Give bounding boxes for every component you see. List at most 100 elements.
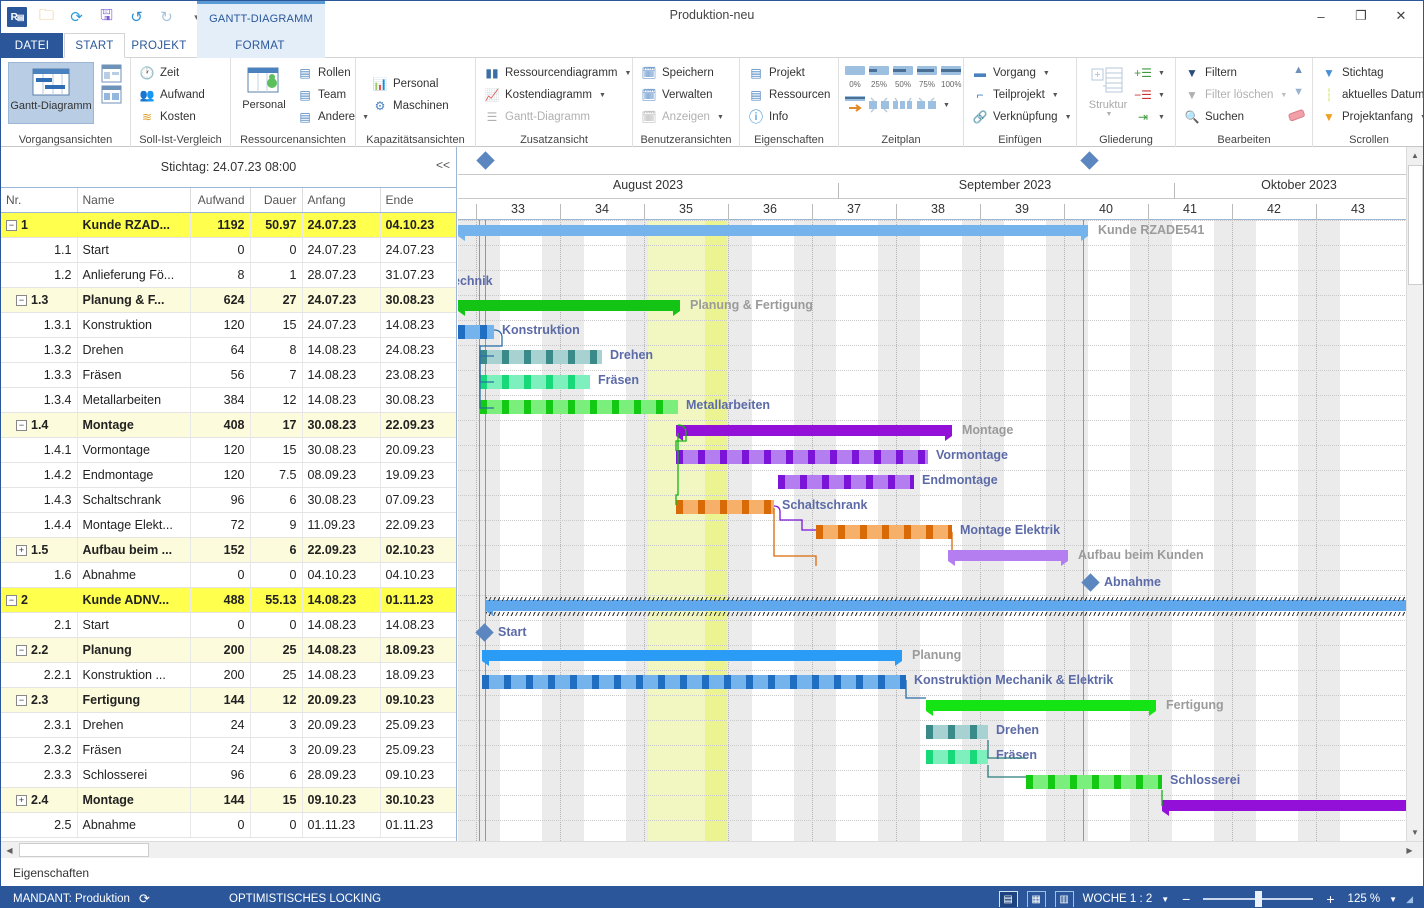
projektanfang-button[interactable]: ▼ Projektanfang ▼ bbox=[1321, 107, 1423, 127]
collapse-icon[interactable]: − bbox=[16, 694, 27, 706]
task-bar[interactable] bbox=[926, 750, 988, 764]
resize-grip-icon[interactable]: ◢ bbox=[1406, 894, 1413, 905]
col-header-name[interactable]: Name bbox=[77, 188, 191, 213]
zoom-slider-thumb[interactable] bbox=[1255, 891, 1263, 907]
progress-50-button[interactable]: 50% bbox=[893, 64, 913, 89]
table-row[interactable]: 1.2 Anlieferung Fö... 8 1 28.07.23 31.07.23 bbox=[1, 262, 456, 288]
table-row[interactable]: −2.3 Fertigung 144 12 20.09.23 09.10.23 bbox=[1, 687, 456, 713]
filtern-button[interactable]: ▼ Filtern bbox=[1184, 63, 1237, 83]
suchen-button[interactable]: 🔍 Suchen bbox=[1184, 107, 1245, 127]
task-bar[interactable] bbox=[1026, 775, 1162, 789]
ressourcen-props-button[interactable]: ▤ Ressourcen bbox=[748, 85, 830, 105]
status-right-group[interactable]: ▤ ▦ ▥ WOCHE 1 : 2 ▼ − + 125 % ▼ ◢ bbox=[998, 890, 1413, 907]
task-bar[interactable] bbox=[816, 525, 952, 539]
table-row[interactable]: 2.3.2 Fräsen 24 3 20.09.23 25.09.23 bbox=[1, 737, 456, 763]
table-row[interactable]: 2.3.1 Drehen 24 3 20.09.23 25.09.23 bbox=[1, 712, 456, 738]
task-bar[interactable] bbox=[480, 400, 678, 414]
ribbon-tab-strip[interactable]: DATEI START PROJEKT FORMAT bbox=[1, 33, 1423, 58]
table-row[interactable]: 1.3.1 Konstruktion 120 15 24.07.23 14.08.23 bbox=[1, 312, 456, 338]
window-controls[interactable]: – ❐ ✕ bbox=[1301, 1, 1421, 33]
chevron-down-icon[interactable]: ▼ bbox=[1420, 114, 1423, 121]
projekt-props-button[interactable]: ▤ Projekt bbox=[748, 63, 804, 83]
team-button[interactable]: ▤ Team bbox=[297, 85, 346, 105]
chevron-down-icon[interactable]: ▼ bbox=[1043, 70, 1050, 77]
zoom-in-button[interactable]: + bbox=[1322, 891, 1338, 907]
table-row[interactable]: −2.2 Planung 200 25 14.08.23 18.09.23 bbox=[1, 637, 456, 663]
summary-bar[interactable] bbox=[676, 425, 952, 441]
gantt-vertical-scrollbar[interactable]: ▲ ▼ bbox=[1406, 147, 1423, 841]
sync-icon[interactable]: ⟳ bbox=[139, 891, 150, 907]
tab-start[interactable]: START bbox=[64, 33, 125, 58]
table-row[interactable]: 1.3.2 Drehen 64 8 14.08.23 24.08.23 bbox=[1, 337, 456, 363]
level-icon[interactable] bbox=[893, 94, 913, 117]
summary-bar[interactable] bbox=[926, 700, 1156, 716]
table-row[interactable]: −1.4 Montage 408 17 30.08.23 22.09.23 bbox=[1, 412, 456, 438]
table-row[interactable]: 1.4.1 Vormontage 120 15 30.08.23 20.09.23 bbox=[1, 437, 456, 463]
stichtag-scroll-button[interactable]: ▼ Stichtag bbox=[1321, 63, 1384, 83]
col-header-aufwand[interactable]: Aufwand bbox=[190, 188, 251, 213]
gantt-view-icon[interactable]: ▤ bbox=[998, 890, 1018, 907]
task-bar[interactable] bbox=[458, 325, 494, 339]
chart-view-icon[interactable]: ▥ bbox=[1054, 890, 1074, 907]
verwalten-view-button[interactable]: 🗓 Verwalten bbox=[641, 85, 712, 105]
task-bar[interactable] bbox=[926, 725, 988, 739]
kosten-button[interactable]: ≋ Kosten bbox=[139, 107, 196, 127]
summary-bar[interactable] bbox=[458, 225, 1088, 241]
outdent-button[interactable]: ⇥ ▼ bbox=[1135, 107, 1165, 127]
summary-bar[interactable] bbox=[948, 550, 1068, 566]
table-row[interactable]: 1.3.4 Metallarbeiten 384 12 14.08.23 30.08.23 bbox=[1, 387, 456, 413]
table-row[interactable]: 1.6 Abnahme 0 0 04.10.23 04.10.23 bbox=[1, 562, 456, 588]
view-layout-2-button[interactable] bbox=[101, 85, 122, 107]
properties-bar[interactable]: Eigenschaften bbox=[1, 858, 1423, 886]
collapse-pane-button[interactable]: << bbox=[436, 158, 450, 172]
collapse-icon[interactable]: − bbox=[16, 644, 27, 656]
scroll-left-arrow-icon[interactable]: ◀ bbox=[1, 842, 18, 858]
chevron-down-icon[interactable]: ▼ bbox=[1052, 92, 1059, 99]
scroll-down-arrow-icon[interactable]: ▼ bbox=[1407, 824, 1423, 841]
zoom-slider[interactable] bbox=[1203, 891, 1314, 907]
col-header-anfang[interactable]: Anfang bbox=[302, 188, 381, 213]
progress-100-button[interactable]: 100% bbox=[941, 64, 961, 89]
chevron-down-icon[interactable]: ▼ bbox=[1065, 114, 1072, 121]
summary-bar[interactable] bbox=[1162, 800, 1418, 816]
col-header-ende[interactable]: Ende bbox=[380, 188, 456, 213]
col-header-nr[interactable]: Nr. bbox=[1, 188, 78, 213]
tab-datei[interactable]: DATEI bbox=[1, 33, 63, 58]
vertical-scroll-thumb[interactable] bbox=[1408, 165, 1423, 285]
scroll-up-arrow-icon[interactable]: ▲ bbox=[1407, 147, 1423, 164]
horizontal-scroll-thumb[interactable] bbox=[19, 843, 149, 857]
task-bar[interactable] bbox=[482, 675, 906, 689]
close-button[interactable]: ✕ bbox=[1381, 1, 1421, 31]
personal-kapazitaet-button[interactable]: 📊 Personal bbox=[372, 74, 439, 94]
progress-75-button[interactable]: 75% bbox=[917, 64, 937, 89]
chevron-down-icon[interactable]: ▼ bbox=[943, 102, 950, 109]
progress-buttons[interactable]: 0% 25% 50% 75% 100% bbox=[845, 64, 961, 89]
kostendiagramm-button[interactable]: 📈 Kostendiagramm ▼ bbox=[484, 85, 606, 105]
table-row[interactable]: −2 Kunde ADNV... 488 55.13 14.08.23 01.11.23 bbox=[1, 587, 456, 613]
zoom-dropdown-icon[interactable]: ▼ bbox=[1389, 895, 1397, 904]
table-row[interactable]: 2.1 Start 0 0 14.08.23 14.08.23 bbox=[1, 612, 456, 638]
summary-bar[interactable] bbox=[458, 300, 680, 316]
table-row[interactable]: 1.4.4 Montage Elekt... 72 9 11.09.23 22.09.23 bbox=[1, 512, 456, 538]
table-row[interactable]: −1 Kunde RZAD... 1192 50.97 24.07.23 04.10.23 bbox=[1, 212, 456, 238]
chevron-down-icon[interactable]: ▼ bbox=[1158, 70, 1165, 77]
properties-label[interactable]: Eigenschaften bbox=[13, 866, 89, 880]
task-bar[interactable] bbox=[480, 375, 590, 389]
table-row[interactable]: 2.5 Abnahme 0 0 01.11.23 01.11.23 bbox=[1, 812, 456, 838]
scroll-up-icon[interactable]: ▲ bbox=[1293, 64, 1304, 76]
scale-dropdown-icon[interactable]: ▼ bbox=[1161, 895, 1169, 904]
verknuepfung-einfuegen-button[interactable]: 🔗 Verknüpfung ▼ bbox=[972, 107, 1072, 127]
zeit-button[interactable]: 🕐 Zeit bbox=[139, 63, 180, 83]
table-row[interactable]: 2.3.3 Schlosserei 96 6 28.09.23 09.10.23 bbox=[1, 762, 456, 788]
col-header-dauer[interactable]: Dauer bbox=[250, 188, 303, 213]
task-bar[interactable] bbox=[676, 450, 928, 464]
aufwand-button[interactable]: 👥 Aufwand bbox=[139, 85, 205, 105]
table-row[interactable]: −1.3 Planung & F... 624 27 24.07.23 30.08.23 bbox=[1, 287, 456, 313]
table-row[interactable]: 1.4.3 Schaltschrank 96 6 30.08.23 07.09.23 bbox=[1, 487, 456, 513]
personal-view-button[interactable]: Personal bbox=[233, 62, 295, 124]
chevron-down-icon[interactable]: ▼ bbox=[1158, 114, 1165, 121]
collapse-icon[interactable]: − bbox=[6, 594, 17, 606]
deadline-marker-diamond-icon[interactable] bbox=[476, 151, 495, 170]
collapse-icon[interactable]: − bbox=[16, 419, 27, 431]
horizontal-scrollbar[interactable]: ◀ ▶ bbox=[1, 841, 1423, 858]
